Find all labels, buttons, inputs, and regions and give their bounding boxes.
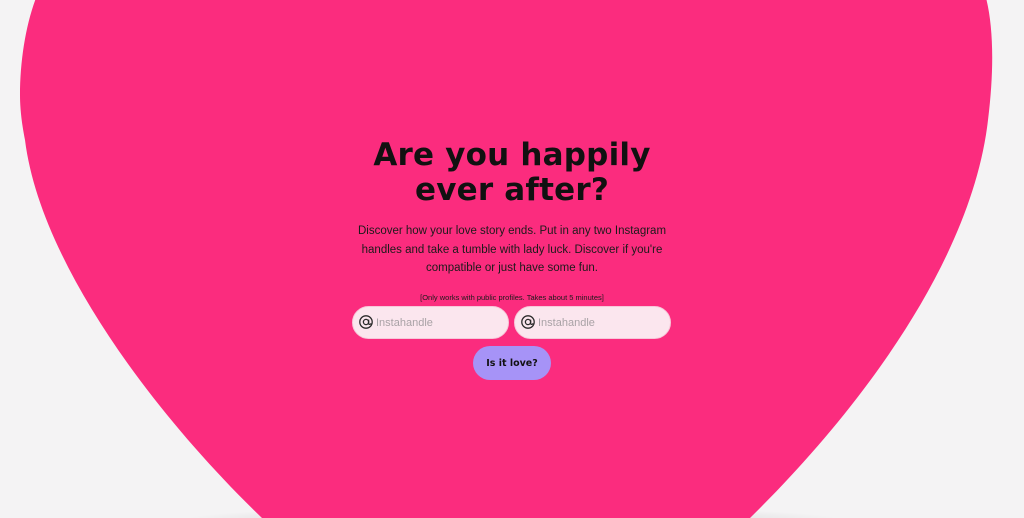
- handle-1-input[interactable]: [376, 313, 502, 333]
- handle-1-field[interactable]: [352, 306, 509, 339]
- at-sign-icon: [521, 315, 535, 329]
- hero: Are you happily ever after? Discover how…: [0, 138, 1024, 303]
- description-text: Discover how your love story ends. Put i…: [357, 225, 667, 274]
- public-profile-note: [Only works with public profiles. Takes …: [420, 292, 604, 302]
- is-it-love-button[interactable]: Is it love?: [473, 346, 551, 380]
- at-sign-icon: [359, 315, 373, 329]
- handle-2-input[interactable]: [538, 313, 664, 333]
- headline-line-2: ever after?: [414, 172, 610, 208]
- headline-line-1: Are you happily: [373, 137, 651, 173]
- handle-2-field[interactable]: [514, 306, 671, 339]
- handles-form: [352, 306, 672, 340]
- page: Are you happily ever after? Discover how…: [0, 0, 1024, 518]
- page-title: Are you happily ever after?: [302, 138, 722, 208]
